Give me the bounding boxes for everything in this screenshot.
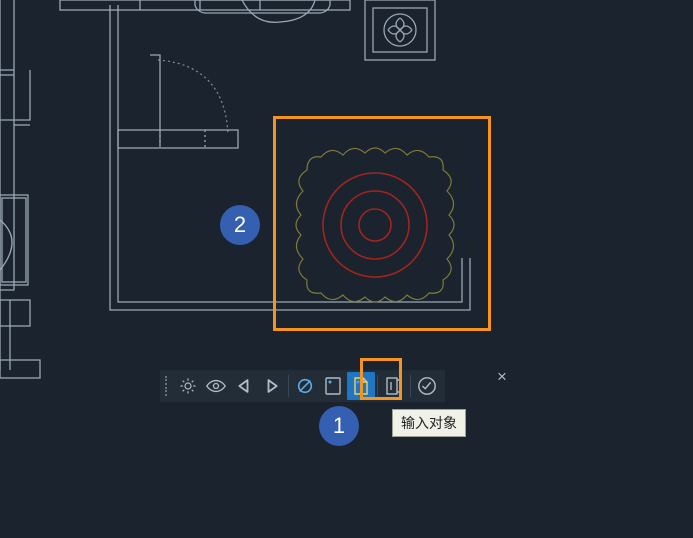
toolbar-divider <box>288 375 289 397</box>
input-object-button[interactable] <box>347 372 375 400</box>
document-a-icon <box>324 376 342 396</box>
circle-slash-icon <box>296 377 314 395</box>
confirm-button[interactable] <box>413 372 441 400</box>
callout-badge-1-text: 1 <box>333 413 345 439</box>
floor-plan-drawing <box>0 0 693 538</box>
page-a-button[interactable] <box>319 372 347 400</box>
callout-badge-1: 1 <box>319 406 359 446</box>
document-side-icon <box>385 376 403 396</box>
close-icon: × <box>497 370 507 384</box>
page-side-button[interactable] <box>380 372 408 400</box>
eye-icon <box>206 378 226 394</box>
tooltip-text: 输入对象 <box>401 415 457 431</box>
toolbar-divider <box>377 375 378 397</box>
view-toolbar <box>160 370 445 402</box>
nav-prev-button[interactable] <box>230 372 258 400</box>
callout-badge-2: 2 <box>220 205 260 245</box>
drawing-canvas[interactable]: 2 × 输入对象 1 <box>0 0 693 538</box>
document-corner-icon <box>352 376 370 396</box>
toolbar-grip[interactable] <box>164 373 172 399</box>
nav-next-button[interactable] <box>258 372 286 400</box>
callout-badge-2-text: 2 <box>234 212 246 238</box>
visibility-button[interactable] <box>202 372 230 400</box>
toolbar-divider <box>410 375 411 397</box>
toolbar-close-button[interactable]: × <box>494 369 510 385</box>
triangle-left-icon <box>237 379 251 393</box>
toggle-off-button[interactable] <box>291 372 319 400</box>
gear-icon <box>179 377 197 395</box>
tooltip: 输入对象 <box>392 409 466 437</box>
check-circle-icon <box>417 376 437 396</box>
settings-button[interactable] <box>174 372 202 400</box>
triangle-right-icon <box>265 379 279 393</box>
